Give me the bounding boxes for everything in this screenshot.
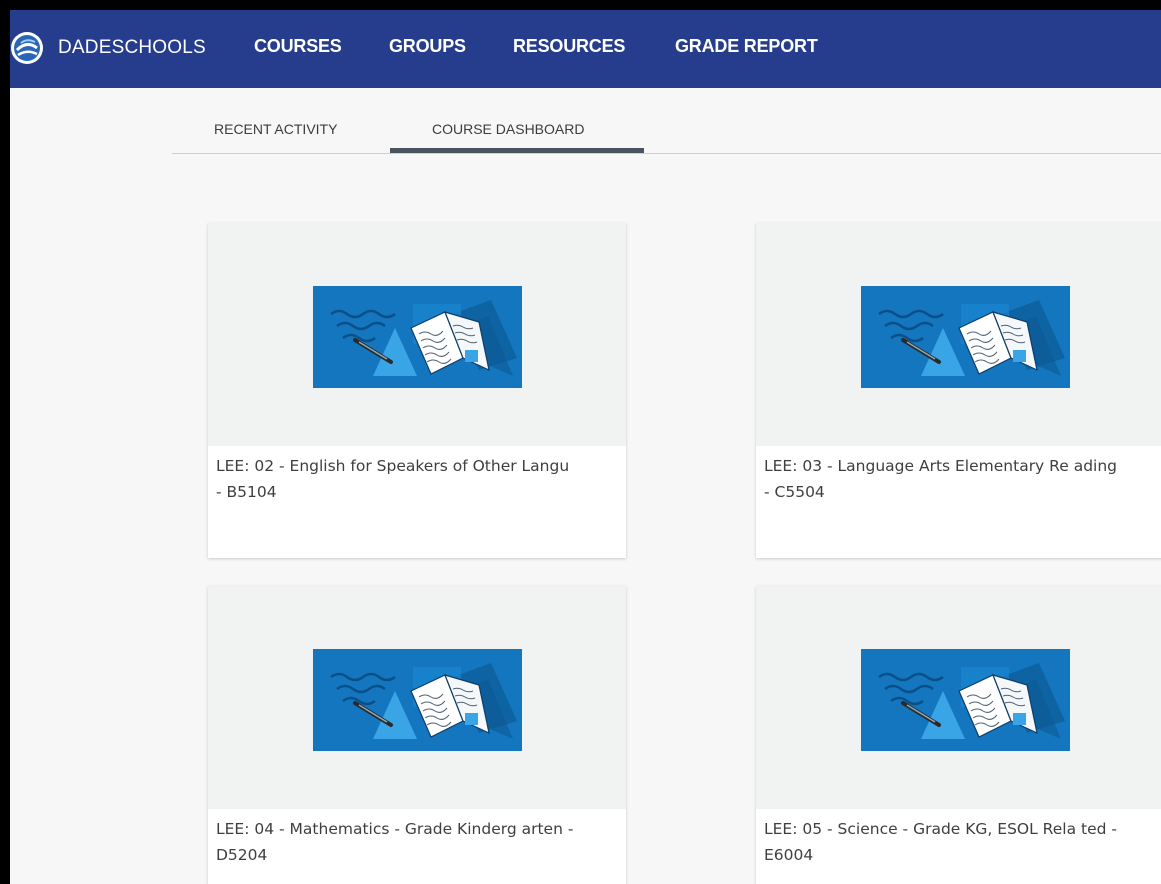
- brand[interactable]: DADESCHOOLS: [10, 30, 206, 66]
- course-thumbnail: [208, 223, 626, 446]
- course-card[interactable]: LEE: 04 - Mathematics - Grade Kinderg ar…: [208, 586, 626, 884]
- course-book-illustration-icon: [313, 649, 522, 751]
- top-navigation-bar: DADESCHOOLS COURSES GROUPS RESOURCES GRA…: [10, 10, 1161, 88]
- course-thumbnail: [756, 223, 1161, 446]
- course-card[interactable]: LEE: 02 - English for Speakers of Other …: [208, 223, 626, 558]
- course-book-illustration-icon: [861, 286, 1070, 388]
- course-title[interactable]: LEE: 03 - Language Arts Elementary Re ad…: [764, 453, 1124, 505]
- nav-courses[interactable]: COURSES: [254, 36, 342, 57]
- tab-course-dashboard[interactable]: COURSE DASHBOARD: [432, 121, 584, 137]
- dadeschools-logo-icon: [11, 32, 43, 64]
- course-card[interactable]: LEE: 05 - Science - Grade KG, ESOL Rela …: [756, 586, 1161, 884]
- tab-recent-activity[interactable]: RECENT ACTIVITY: [214, 121, 337, 137]
- dashboard-tabs: RECENT ACTIVITY COURSE DASHBOARD: [172, 88, 1161, 154]
- nav-grade-report[interactable]: GRADE REPORT: [675, 36, 818, 57]
- course-book-illustration-icon: [313, 286, 522, 388]
- course-title[interactable]: LEE: 04 - Mathematics - Grade Kinderg ar…: [216, 816, 576, 868]
- course-thumbnail: [208, 586, 626, 809]
- active-tab-indicator: [390, 148, 644, 153]
- course-title[interactable]: LEE: 02 - English for Speakers of Other …: [216, 453, 576, 505]
- course-card[interactable]: LEE: 03 - Language Arts Elementary Re ad…: [756, 223, 1161, 558]
- brand-name: DADESCHOOLS: [58, 37, 206, 58]
- course-book-illustration-icon: [861, 649, 1070, 751]
- nav-resources[interactable]: RESOURCES: [513, 36, 625, 57]
- app-window: DADESCHOOLS COURSES GROUPS RESOURCES GRA…: [10, 10, 1161, 884]
- nav-groups[interactable]: GROUPS: [389, 36, 466, 57]
- course-thumbnail: [756, 586, 1161, 809]
- course-title[interactable]: LEE: 05 - Science - Grade KG, ESOL Rela …: [764, 816, 1124, 868]
